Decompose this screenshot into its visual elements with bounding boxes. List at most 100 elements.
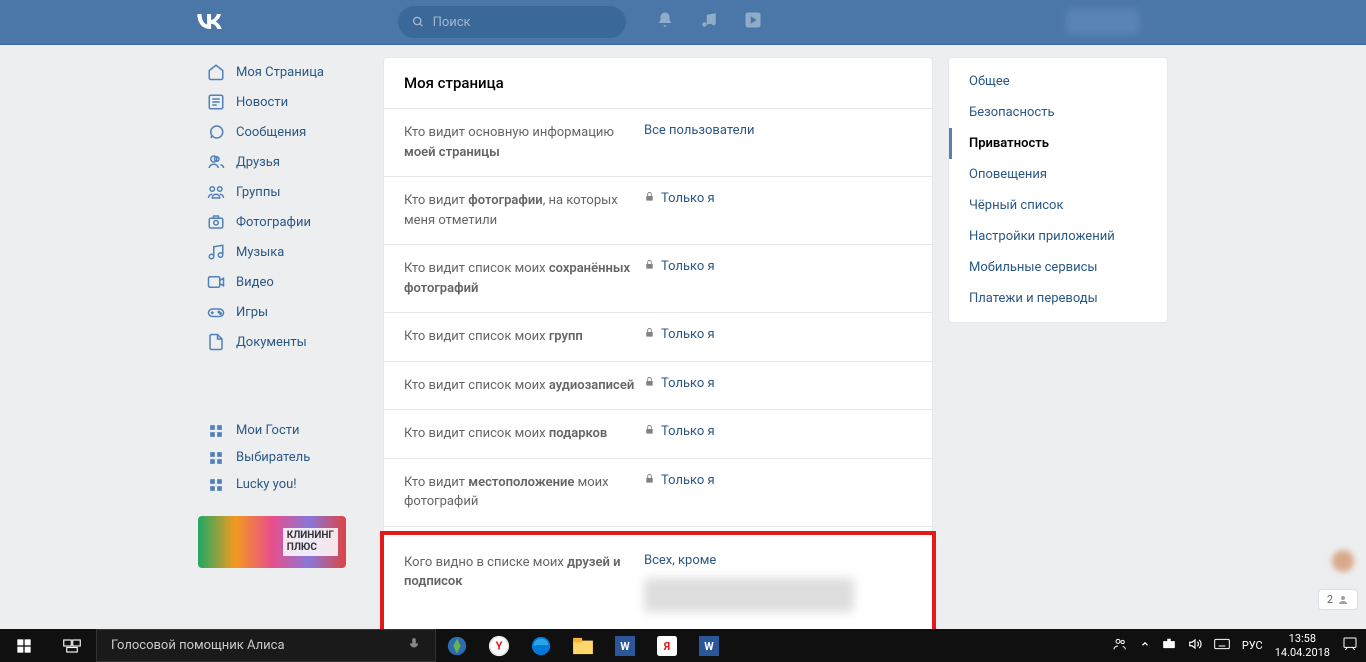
privacy-setting-label: Кто видит список моих сохранённых фотогр…: [404, 259, 644, 298]
privacy-row: Кто видит список моих аудиозаписей Тольк…: [384, 362, 932, 411]
volume-icon[interactable]: [1188, 637, 1202, 654]
music-note-icon: [206, 243, 226, 261]
top-icons: [656, 11, 762, 33]
svg-text:Я: Я: [663, 640, 670, 653]
tray-chevron-icon[interactable]: [1140, 639, 1150, 652]
friends-icon: [206, 153, 226, 171]
sidebar-item-photos[interactable]: Фотографии: [198, 207, 368, 237]
sidebar-label: Фотографии: [236, 215, 311, 230]
privacy-setting-value[interactable]: Только я: [644, 327, 715, 342]
lock-icon: [644, 473, 655, 488]
sidebar-item-guests[interactable]: Мои Гости: [198, 417, 368, 444]
keyboard-icon[interactable]: [1214, 638, 1230, 653]
floating-avatar[interactable]: [1332, 550, 1354, 572]
video-icon: [206, 273, 226, 291]
privacy-row: Кто видит основную информацию моей стран…: [384, 109, 932, 177]
camera-icon: [206, 213, 226, 231]
sidebar-item-docs[interactable]: Документы: [198, 327, 368, 357]
privacy-row: Кто видит список моих подарков Только я: [384, 410, 932, 459]
lock-icon: [644, 424, 655, 439]
privacy-setting-value[interactable]: Только я: [644, 259, 715, 274]
search-box[interactable]: [398, 6, 626, 38]
notifications-icon[interactable]: [656, 11, 674, 33]
play-icon[interactable]: [744, 11, 762, 33]
privacy-setting-value[interactable]: Только я: [644, 191, 715, 206]
settings-nav-item[interactable]: Мобильные сервисы: [949, 252, 1167, 283]
clock[interactable]: 13:5814.04.2018: [1275, 632, 1330, 658]
privacy-setting-value[interactable]: Только я: [644, 424, 715, 439]
redacted-names: [644, 578, 854, 612]
sidebar-extra: Мои Гости Выбиратель Lucky you!: [198, 417, 368, 498]
file-explorer-icon[interactable]: [562, 629, 604, 662]
privacy-row: Кто видит фотографии, на которых меня от…: [384, 177, 932, 245]
sidebar-item-friends[interactable]: Друзья: [198, 147, 368, 177]
sidebar-label: Группы: [236, 185, 280, 200]
taskbar-apps: Y W Я W: [436, 629, 730, 662]
gamepad-icon: [206, 303, 226, 321]
people-icon[interactable]: [1112, 636, 1128, 655]
grid-icon: [206, 451, 226, 465]
sidebar-item-video[interactable]: Видео: [198, 267, 368, 297]
vk-logo[interactable]: [195, 10, 223, 34]
sidebar-item-profile[interactable]: Моя Страница: [198, 57, 368, 87]
sidebar-item-games[interactable]: Игры: [198, 297, 368, 327]
language-indicator[interactable]: РУС: [1242, 639, 1263, 652]
grid-icon: [206, 424, 226, 438]
lock-icon: [644, 191, 655, 206]
privacy-setting-value[interactable]: Только я: [644, 473, 715, 488]
mic-icon[interactable]: [407, 635, 421, 657]
sidebar-item-news[interactable]: Новости: [198, 87, 368, 117]
news-icon: [206, 93, 226, 111]
privacy-settings-panel: Моя страница Кто видит основную информац…: [383, 57, 933, 639]
sidebar-label: Игры: [236, 305, 268, 320]
settings-nav-item[interactable]: Общее: [949, 66, 1167, 97]
page-layout: Моя Страница Новости Сообщения Друзья Гр…: [198, 45, 1168, 639]
sidebar-item-groups[interactable]: Группы: [198, 177, 368, 207]
settings-nav-item[interactable]: Приватность: [949, 128, 1167, 159]
action-center-icon[interactable]: [1342, 636, 1358, 655]
sidebar-item-messages[interactable]: Сообщения: [198, 117, 368, 147]
privacy-setting-label: Кого видно в списке моих друзей и подпис…: [404, 553, 644, 592]
privacy-setting-value[interactable]: Только я: [644, 376, 715, 391]
online-counter[interactable]: 2: [1318, 589, 1358, 610]
sidebar-ad[interactable]: КЛИНИНГ ПЛЮС: [198, 516, 346, 568]
privacy-row: Кто видит список моих сохранённых фотогр…: [384, 245, 932, 313]
settings-nav: ОбщееБезопасностьПриватностьОповещенияЧё…: [948, 57, 1168, 323]
edge-icon[interactable]: [520, 629, 562, 662]
privacy-row: Кто видит список моих групп Только я: [384, 313, 932, 362]
document-icon: [206, 333, 226, 351]
start-button[interactable]: [0, 629, 48, 662]
sidebar-label: Музыка: [236, 245, 284, 260]
privacy-setting-value[interactable]: Все пользователи: [644, 123, 755, 138]
sidebar-label: Друзья: [236, 155, 280, 170]
settings-nav-item[interactable]: Платежи и переводы: [949, 283, 1167, 314]
sidebar-label: Новости: [236, 95, 288, 110]
privacy-setting-value[interactable]: Всех, кроме: [644, 553, 854, 612]
ad-text: КЛИНИНГ ПЛЮС: [283, 528, 338, 556]
user-menu[interactable]: [1066, 9, 1140, 35]
sidebar-item-music[interactable]: Музыка: [198, 237, 368, 267]
network-icon[interactable]: [1162, 637, 1176, 654]
user-avatar-blur: [1066, 9, 1140, 35]
sidebar-label: Сообщения: [236, 125, 306, 140]
settings-nav-item[interactable]: Оповещения: [949, 159, 1167, 190]
search-input[interactable]: [433, 15, 612, 30]
word-doc-icon[interactable]: W: [688, 629, 730, 662]
music-icon[interactable]: [700, 11, 718, 33]
messages-icon: [206, 123, 226, 141]
yandex-browser-icon[interactable]: Y: [478, 629, 520, 662]
lock-icon: [644, 259, 655, 274]
lock-icon: [644, 327, 655, 342]
settings-nav-item[interactable]: Безопасность: [949, 97, 1167, 128]
sidebar-item-picker[interactable]: Выбиратель: [198, 444, 368, 471]
yandex-icon[interactable]: Я: [646, 629, 688, 662]
sidebar-item-lucky[interactable]: Lucky you!: [198, 471, 368, 498]
settings-nav-item[interactable]: Настройки приложений: [949, 221, 1167, 252]
word-icon[interactable]: W: [604, 629, 646, 662]
app-icon[interactable]: [436, 629, 478, 662]
grid-icon: [206, 478, 226, 492]
sidebar-label: Моя Страница: [236, 65, 324, 80]
settings-nav-item[interactable]: Чёрный список: [949, 190, 1167, 221]
task-view-button[interactable]: [48, 629, 96, 662]
alice-assistant[interactable]: Голосовой помощник Алиса: [96, 629, 436, 662]
